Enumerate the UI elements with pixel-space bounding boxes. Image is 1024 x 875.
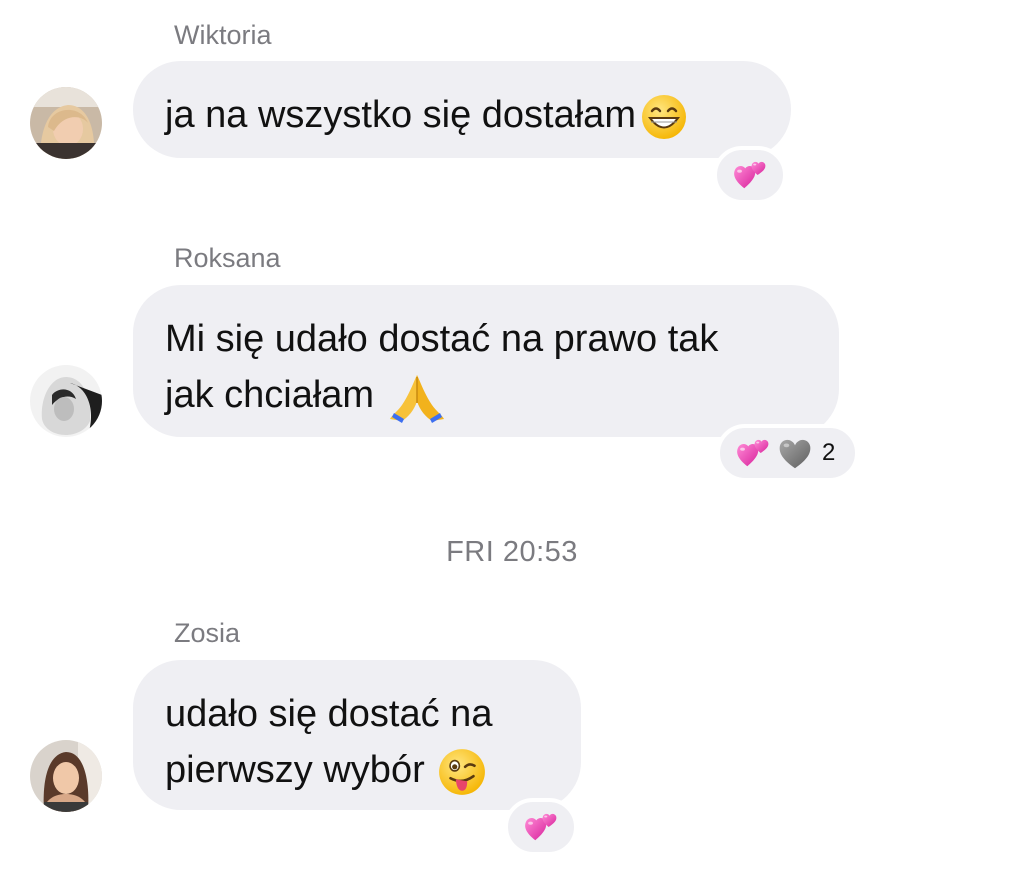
avatar[interactable] xyxy=(30,740,102,812)
winking-face-with-tongue-icon xyxy=(437,747,487,797)
sender-name: Roksana xyxy=(174,243,281,273)
sender-name: Wiktoria xyxy=(174,20,272,50)
message-bubble[interactable]: ja na wszystko się dostałam xyxy=(133,61,791,158)
two-hearts-icon xyxy=(522,808,560,846)
message-text: jak chciałam xyxy=(165,367,805,423)
message-text: udało się dostać na xyxy=(165,693,493,735)
message-bubble[interactable]: udało się dostać na pierwszy wybór xyxy=(133,660,581,810)
avatar[interactable] xyxy=(30,365,102,437)
reactions-pill[interactable] xyxy=(713,146,787,204)
reactions-pill[interactable] xyxy=(504,798,578,856)
two-hearts-icon xyxy=(734,434,772,472)
grey-heart-icon xyxy=(776,434,814,472)
message-text: pierwszy wybór xyxy=(165,742,547,798)
grinning-face-with-smiling-eyes-icon xyxy=(640,93,688,141)
sender-name: Zosia xyxy=(174,618,241,648)
timestamp-divider: FRI 20:53 xyxy=(446,536,578,568)
message-text: Mi się udało dostać na prawo tak xyxy=(165,318,719,360)
reaction-count: 2 xyxy=(822,439,836,466)
message-bubble[interactable]: Mi się udało dostać na prawo tak jak chc… xyxy=(133,285,839,437)
folded-hands-icon xyxy=(388,371,446,423)
message-text: ja na wszystko się dostałam xyxy=(165,87,757,143)
reactions-pill[interactable]: 2 xyxy=(716,424,859,482)
two-hearts-icon xyxy=(731,156,769,194)
avatar[interactable] xyxy=(30,87,102,159)
